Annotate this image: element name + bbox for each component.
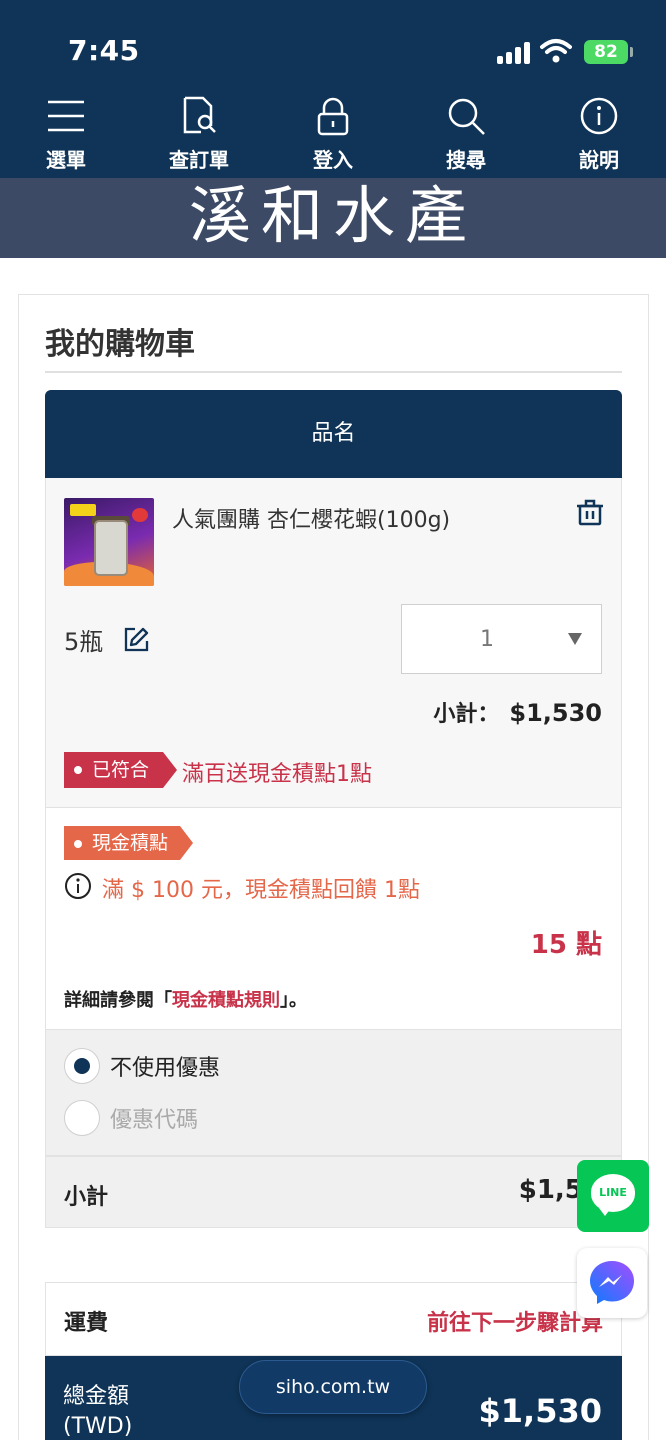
nav-login-label: 登入 (313, 148, 353, 172)
nav-help[interactable]: 說明 (549, 88, 649, 178)
points-rules-link[interactable]: 現金積點規則 (172, 990, 280, 1011)
product-image[interactable] (64, 498, 154, 586)
brand-title: 溪和水產 (188, 179, 477, 252)
cellular-signal-icon (497, 40, 533, 64)
nav-menu[interactable]: 選單 (16, 88, 116, 178)
points-badge: 現金積點 (64, 826, 194, 860)
lock-icon (317, 97, 349, 136)
qualified-badge-label: 已符合 (92, 759, 150, 781)
wifi-icon (540, 39, 572, 63)
product-name[interactable]: 人氣團購 杏仁櫻花蝦(100g) (172, 502, 450, 534)
cart-item: 人氣團購 杏仁櫻花蝦(100g) 5瓶 1 小計： $1,530 已符合 滿百送現… (45, 478, 622, 808)
detail-suffix: 」。 (280, 990, 307, 1011)
total-label: 總金額 (TWD) (63, 1384, 133, 1439)
promo-text: 滿百送現金積點1點 (182, 762, 372, 787)
cash-points-section: 現金積點 滿 $ 100 元，現金積點回饋 1點 15 點 詳細請參閱「現金積點… (45, 808, 622, 1030)
info-circle-icon (65, 873, 91, 899)
total-value: $1,530 (478, 1392, 602, 1430)
nav-search[interactable]: 搜尋 (416, 88, 516, 178)
item-subtotal-value: $1,530 (509, 699, 602, 727)
column-header: 品名 (45, 390, 622, 478)
trash-icon[interactable] (576, 498, 604, 526)
cart-subtotal-row: 小計 $1,53 (45, 1156, 622, 1228)
cart-title: 我的購物車 (45, 327, 195, 362)
nav-order-search-label: 查訂單 (169, 148, 229, 172)
quantity-value: 1 (480, 627, 494, 652)
coupon-code-radio[interactable] (64, 1100, 100, 1136)
order-search-icon (183, 96, 216, 134)
quantity-select[interactable]: 1 (401, 604, 602, 674)
brand-banner[interactable]: 溪和水產 (0, 178, 666, 258)
messenger-icon (590, 1261, 634, 1304)
coupon-options: 不使用優惠 優惠代碼 (45, 1030, 622, 1156)
search-icon (448, 98, 485, 135)
nav-search-label: 搜尋 (446, 148, 486, 172)
battery-indicator: 82 (584, 40, 628, 64)
variant-label: 5瓶 (64, 628, 104, 656)
points-value: 15 點 (530, 930, 602, 960)
points-detail: 詳細請參閱「現金積點規則」。 (64, 986, 307, 1012)
url-bar[interactable]: siho.com.tw (239, 1360, 427, 1414)
info-icon (580, 97, 618, 135)
status-time: 7:45 (68, 34, 140, 67)
points-badge-label: 現金積點 (92, 832, 169, 854)
item-subtotal: 小計： $1,530 (46, 696, 602, 728)
points-rule: 滿 $ 100 元，現金積點回饋 1點 (102, 878, 420, 903)
edit-icon[interactable] (122, 626, 150, 654)
cart-subtotal-label: 小計 (64, 1185, 109, 1210)
item-subtotal-label: 小計： (433, 702, 500, 727)
nav-help-label: 說明 (579, 148, 619, 172)
coupon-code-label[interactable]: 優惠代碼 (110, 1102, 198, 1134)
detail-prefix: 詳細請參閱「 (64, 990, 172, 1011)
battery-tip (630, 47, 633, 57)
nav-menu-label: 選單 (46, 148, 86, 172)
shipping-label: 運費 (64, 1311, 109, 1336)
divider (45, 371, 622, 373)
shipping-row: 運費 前往下一步驟計算 (45, 1282, 622, 1356)
top-nav: 選單 查訂單 登入 搜尋 說明 (0, 88, 666, 178)
qualified-badge: 已符合 (64, 752, 178, 788)
status-bar: 7:45 82 (0, 0, 666, 88)
no-coupon-label[interactable]: 不使用優惠 (110, 1050, 220, 1082)
nav-order-search[interactable]: 查訂單 (149, 88, 249, 178)
menu-icon (48, 100, 84, 132)
messenger-button[interactable] (577, 1248, 647, 1318)
line-icon: LINE (591, 1174, 635, 1212)
chevron-down-icon (568, 633, 582, 645)
no-coupon-radio[interactable] (64, 1048, 100, 1084)
nav-login[interactable]: 登入 (283, 88, 383, 178)
line-chat-button[interactable]: LINE (577, 1160, 649, 1232)
